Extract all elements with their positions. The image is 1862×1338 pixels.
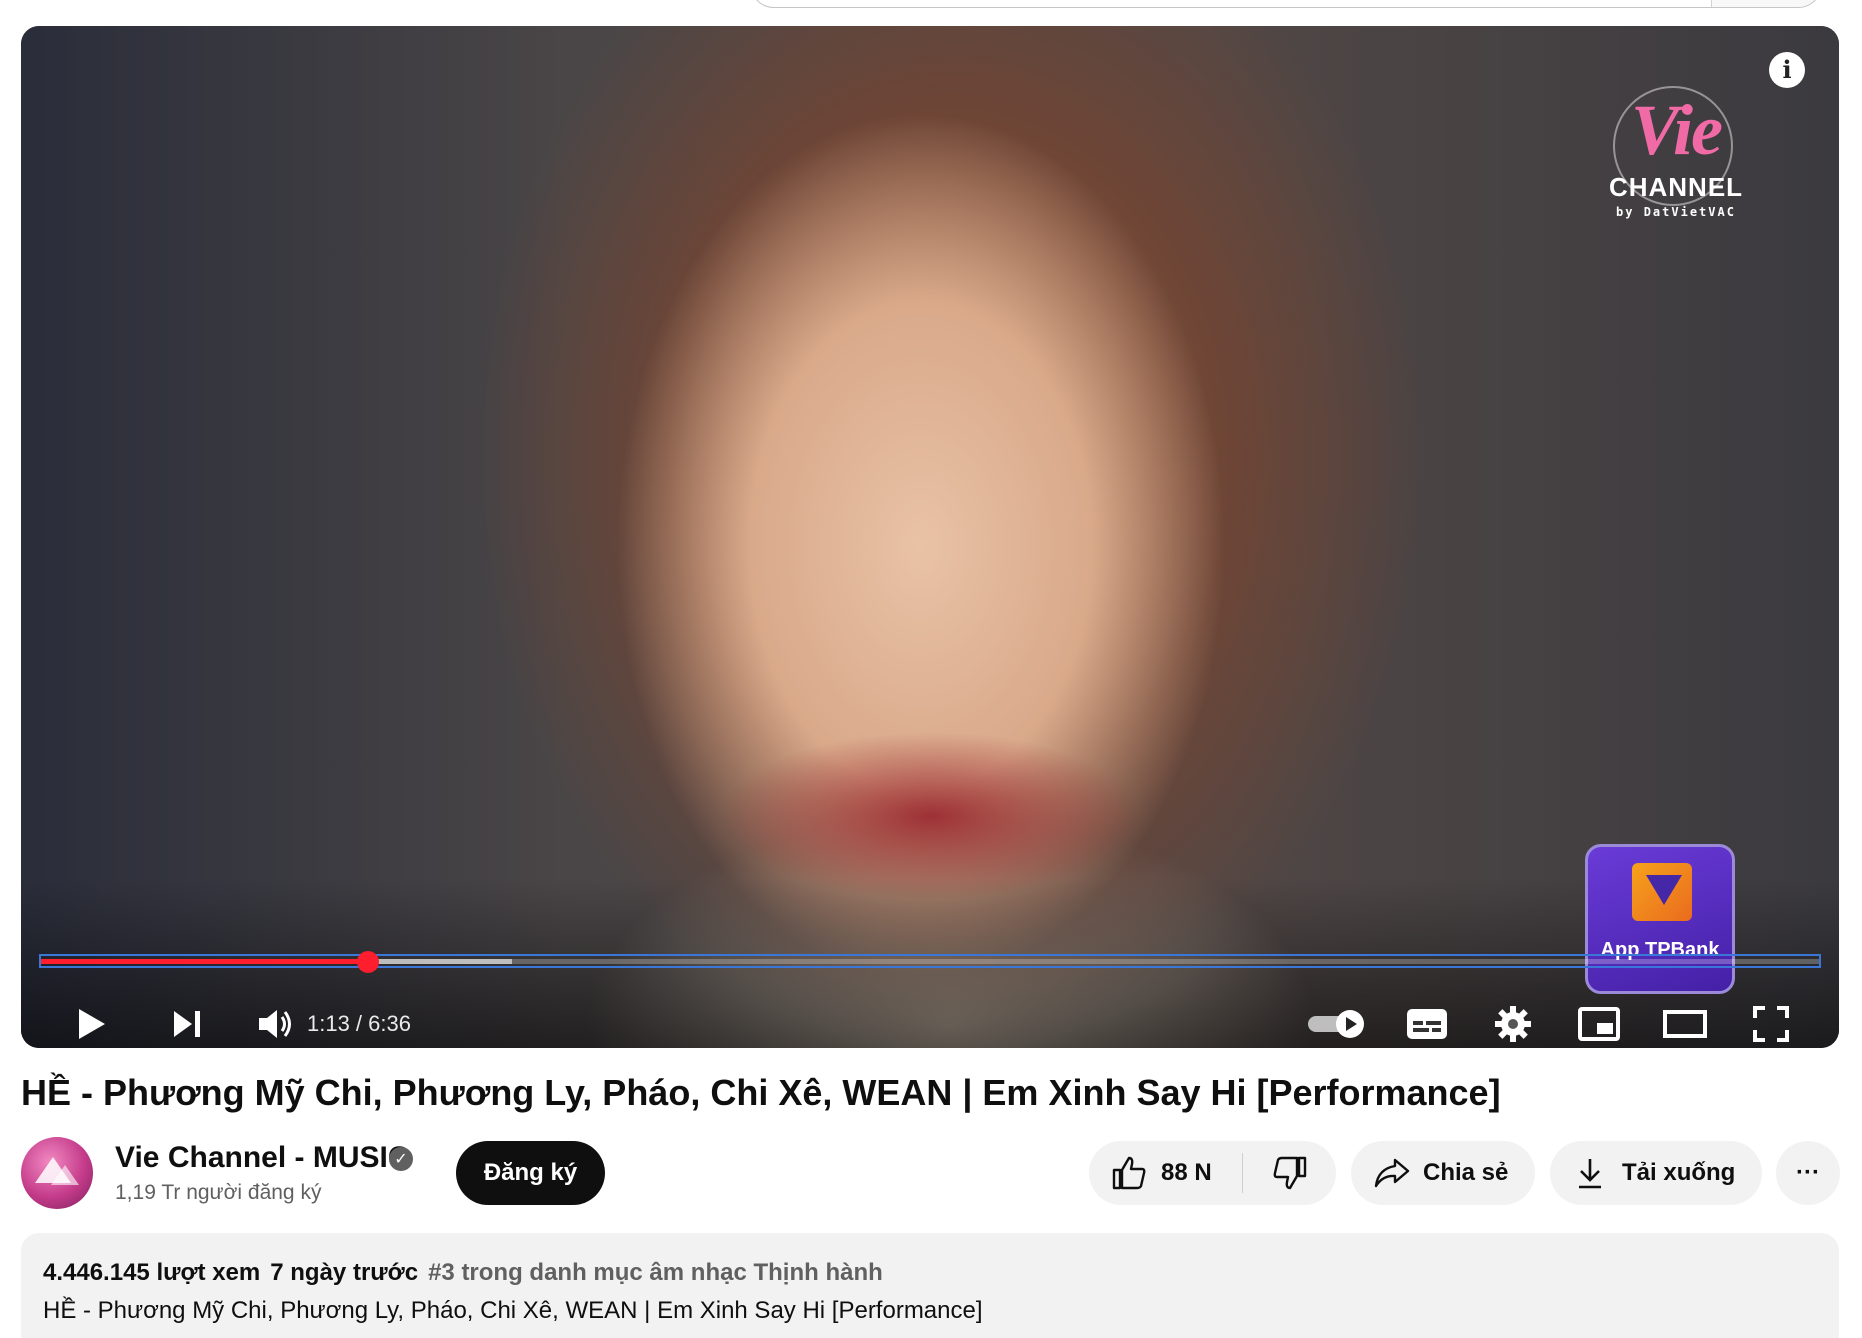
sponsor-card[interactable]: App TPBank [1585, 844, 1735, 994]
settings-gear-icon[interactable] [1487, 998, 1539, 1048]
share-button[interactable]: Chia sẻ [1351, 1141, 1535, 1205]
description-meta: 4.446.145 lượt xem 7 ngày trước #3 trong d… [43, 1259, 1817, 1287]
description-text: HỀ - Phương Mỹ Chi, Phương Ly, Pháo, Chi… [43, 1297, 983, 1324]
view-count: 4.446.145 lượt xem [43, 1259, 261, 1286]
subscriber-count: 1,19 Tr người đăng ký [115, 1181, 322, 1204]
video-player[interactable]: i Vie CHANNEL by DatVietVAC App TPBank 1… [21, 26, 1839, 1048]
tpbank-logo-icon [1632, 863, 1692, 921]
progress-bar[interactable] [39, 951, 1821, 973]
check-icon: ✓ [389, 1147, 413, 1171]
download-icon [1579, 1159, 1601, 1189]
watermark-by: by DatVietVAC [1616, 205, 1736, 219]
captions-icon[interactable] [1401, 998, 1453, 1048]
avatar-mark-inner [51, 1165, 79, 1185]
share-icon [1374, 1158, 1410, 1188]
description-box[interactable]: 4.446.145 lượt xem 7 ngày trước #3 trong d… [21, 1233, 1839, 1338]
more-actions-button[interactable]: ··· [1776, 1141, 1840, 1205]
thumbs-down-icon [1273, 1156, 1306, 1190]
fullscreen-icon[interactable] [1745, 998, 1797, 1048]
miniplayer-icon[interactable] [1573, 998, 1625, 1048]
download-button[interactable]: Tải xuống [1550, 1141, 1762, 1205]
like-dislike-group: 88 N [1089, 1141, 1336, 1205]
more-icon: ··· [1796, 1159, 1820, 1186]
download-label: Tải xuống [1622, 1159, 1736, 1186]
scrubber-handle[interactable] [357, 951, 380, 973]
player-controls: 1:13 / 6:36 [21, 986, 1839, 1048]
like-button[interactable]: 88 N [1089, 1141, 1242, 1205]
time-display: 1:13 / 6:36 [307, 1011, 411, 1036]
dislike-button[interactable] [1243, 1141, 1336, 1205]
channel-name[interactable]: Vie Channel - MUSIC [115, 1141, 410, 1175]
channel-avatar[interactable] [21, 1137, 93, 1209]
next-icon[interactable] [161, 998, 213, 1048]
autoplay-toggle[interactable] [1305, 998, 1369, 1048]
trending-tag[interactable]: #3 trong danh mục âm nhạc Thịnh hành [428, 1259, 883, 1286]
share-label: Chia sẻ [1423, 1159, 1509, 1186]
progress-played [41, 959, 369, 964]
info-icon[interactable]: i [1769, 52, 1805, 88]
subscribe-button[interactable]: Đăng ký [456, 1141, 605, 1205]
theater-mode-icon[interactable] [1659, 998, 1711, 1048]
watermark-brand: Vie [1630, 90, 1723, 170]
search-box[interactable] [750, 0, 1822, 8]
channel-watermark: Vie CHANNEL by DatVietVAC [1591, 74, 1761, 219]
video-title: HỀ - Phương Mỹ Chi, Phương Ly, Pháo, Chi… [21, 1072, 1501, 1113]
watermark-sub: CHANNEL [1608, 172, 1744, 202]
search-button[interactable] [1711, 0, 1821, 7]
upload-date: 7 ngày trước [270, 1259, 419, 1286]
play-icon[interactable] [65, 998, 117, 1048]
like-count: 88 N [1161, 1159, 1212, 1186]
thumbs-up-icon [1112, 1156, 1146, 1190]
volume-icon[interactable] [249, 998, 301, 1048]
